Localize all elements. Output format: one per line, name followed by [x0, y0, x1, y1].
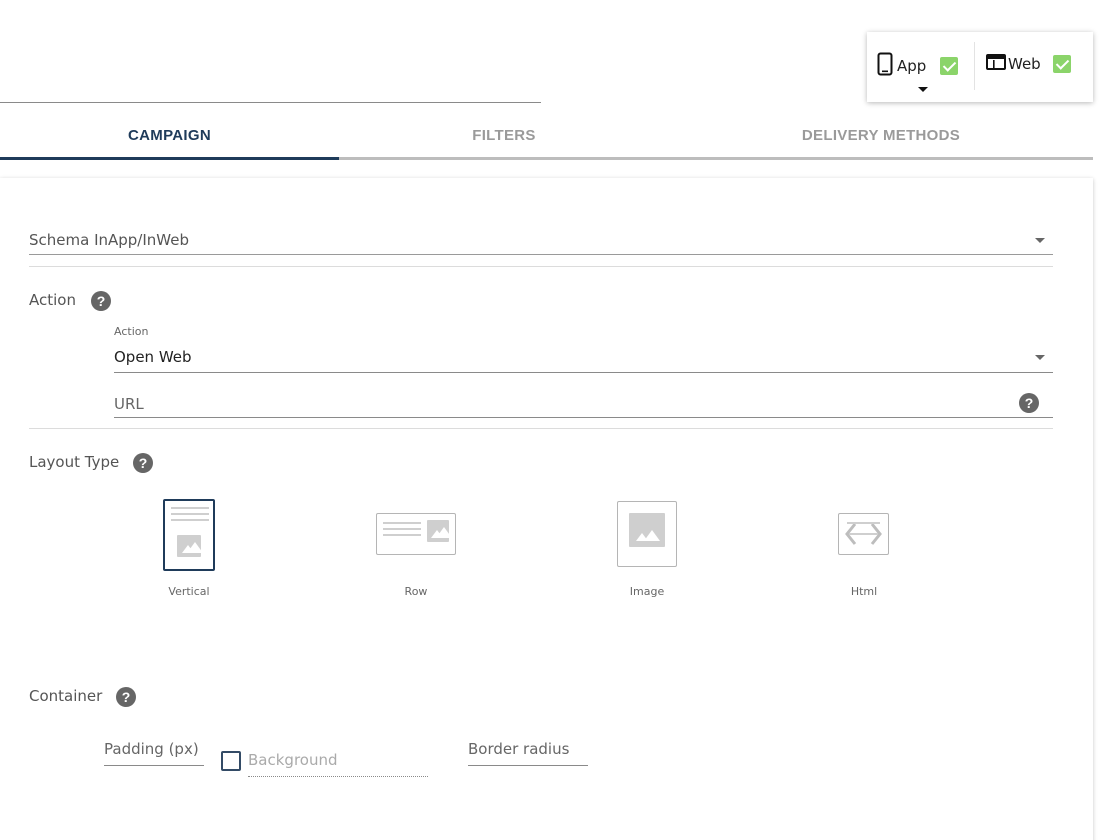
layout-option-vertical-label: Vertical	[168, 585, 210, 598]
schema-select-placeholder: Schema InApp/InWeb	[29, 231, 189, 249]
layout-option-html-label: Html	[850, 585, 878, 598]
container-section-title: Container	[29, 687, 103, 705]
layout-vertical-icon	[163, 499, 215, 571]
url-input[interactable]: URL	[114, 394, 1053, 418]
mobile-phone-icon	[877, 52, 893, 80]
browser-window-icon	[986, 54, 1006, 74]
layout-row-icon	[376, 513, 456, 555]
channel-dropdown-caret-icon[interactable]	[918, 87, 928, 92]
campaign-form-panel: Schema InApp/InWeb Action ? Action Open …	[0, 178, 1093, 840]
padding-input[interactable]: Padding (px)	[104, 740, 204, 766]
channel-web-toggle[interactable]: Web	[986, 54, 1071, 74]
url-help-icon[interactable]: ?	[1019, 393, 1039, 413]
background-input[interactable]: Background	[248, 751, 428, 777]
border-radius-input[interactable]: Border radius	[468, 740, 588, 766]
layout-option-vertical[interactable]: Vertical	[163, 499, 215, 599]
channel-web-label: Web	[1008, 55, 1041, 73]
tab-delivery-methods[interactable]: DELIVERY METHODS	[669, 112, 1093, 158]
layout-html-icon	[838, 513, 889, 555]
container-help-icon[interactable]: ?	[116, 687, 136, 707]
background-checkbox[interactable]	[221, 751, 241, 771]
layout-option-image[interactable]: Image	[617, 501, 677, 599]
url-input-placeholder: URL	[114, 395, 144, 413]
layout-option-row[interactable]: Row	[376, 513, 456, 599]
header-divider	[0, 102, 541, 103]
active-tab-indicator	[0, 157, 339, 160]
action-select-value: Open Web	[114, 348, 192, 366]
layout-option-html[interactable]: Html	[838, 513, 889, 599]
layout-type-section-title: Layout Type	[29, 453, 120, 471]
action-section-title: Action	[29, 291, 76, 309]
layout-option-image-label: Image	[629, 585, 665, 598]
channel-app-checkbox[interactable]	[940, 57, 959, 75]
tab-filters[interactable]: FILTERS	[339, 112, 669, 158]
padding-input-placeholder: Padding (px)	[104, 740, 199, 758]
dropdown-arrow-icon	[1035, 355, 1045, 360]
dropdown-arrow-icon	[1035, 238, 1045, 243]
action-field-label: Action	[114, 325, 149, 338]
channel-app-label: App	[897, 57, 927, 75]
schema-select[interactable]: Schema InApp/InWeb	[29, 230, 1053, 255]
layout-option-row-label: Row	[404, 585, 428, 598]
border-radius-input-placeholder: Border radius	[468, 740, 570, 758]
tab-bar: CAMPAIGN FILTERS DELIVERY METHODS	[0, 112, 1093, 160]
channel-divider	[974, 42, 975, 90]
action-help-icon[interactable]: ?	[91, 291, 111, 311]
section-divider	[29, 266, 1053, 267]
layout-image-icon	[617, 501, 677, 567]
background-input-placeholder: Background	[248, 751, 338, 769]
channel-web-checkbox[interactable]	[1052, 55, 1071, 73]
channel-app-toggle[interactable]: App	[877, 52, 959, 80]
layout-type-help-icon[interactable]: ?	[133, 453, 153, 473]
action-select[interactable]: Open Web	[114, 347, 1053, 373]
tab-campaign[interactable]: CAMPAIGN	[0, 112, 339, 158]
section-divider	[29, 428, 1053, 429]
channel-selector: App Web	[867, 32, 1093, 102]
